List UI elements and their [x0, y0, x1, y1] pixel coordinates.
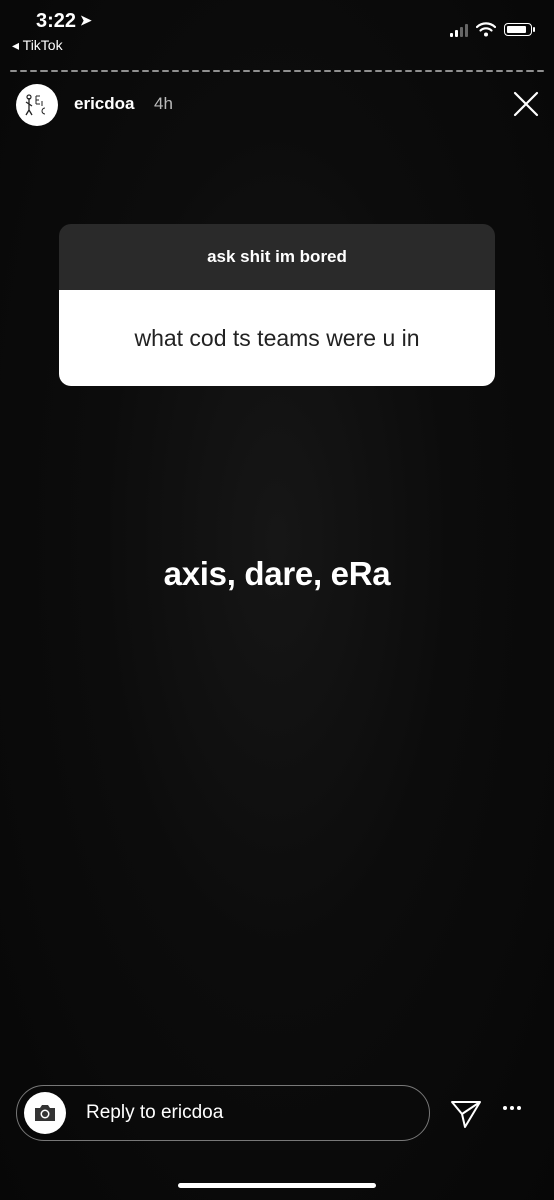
- answer-text: axis, dare, eRa: [163, 555, 391, 592]
- wifi-icon: [476, 22, 496, 37]
- battery-icon: [504, 23, 535, 36]
- reply-bar[interactable]: Reply to ericdoa: [16, 1085, 430, 1141]
- more-icon[interactable]: [503, 1106, 521, 1110]
- question-text: what cod ts teams were u in: [59, 290, 495, 386]
- story-background: [0, 0, 554, 1200]
- status-icons: [450, 22, 535, 37]
- location-arrow-icon: ➤: [80, 12, 92, 28]
- avatar[interactable]: [16, 84, 58, 126]
- back-to-app-link[interactable]: ◂ TikTok: [12, 37, 63, 54]
- cellular-signal-icon: [450, 23, 468, 37]
- send-icon[interactable]: [450, 1099, 482, 1129]
- story-username[interactable]: ericdoa: [74, 94, 134, 114]
- close-icon[interactable]: [512, 90, 540, 118]
- question-prompt: ask shit im bored: [59, 224, 495, 290]
- home-indicator: [178, 1183, 376, 1188]
- reply-input[interactable]: Reply to ericdoa: [86, 1102, 223, 1124]
- story-progress-bar: [10, 70, 544, 73]
- status-time: 3:22 ➤: [36, 10, 92, 33]
- camera-icon[interactable]: [24, 1092, 66, 1134]
- question-sticker[interactable]: ask shit im bored what cod ts teams were…: [59, 224, 495, 386]
- story-age: 4h: [154, 94, 173, 113]
- status-time-text: 3:22: [36, 10, 77, 32]
